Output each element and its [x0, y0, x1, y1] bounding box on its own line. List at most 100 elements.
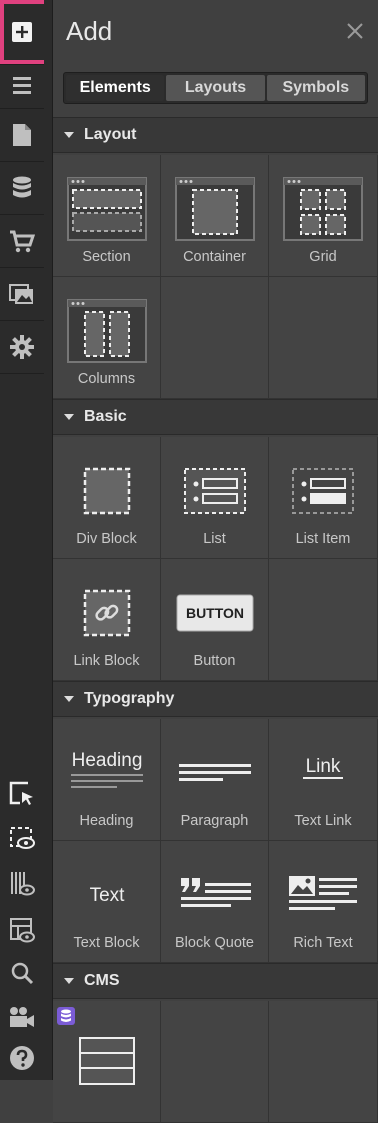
svg-text:Link: Link: [306, 756, 341, 777]
element-label: List Item: [295, 531, 351, 547]
list-icon: [183, 468, 246, 514]
pages-icon: [13, 124, 31, 146]
section-header-basic[interactable]: Basic: [53, 399, 378, 435]
assets-button[interactable]: [0, 268, 44, 321]
panel-divider: [44, 0, 53, 1080]
empty-cell: [269, 277, 378, 399]
element-list-item[interactable]: List Item: [269, 437, 378, 559]
preview-button[interactable]: [0, 815, 44, 861]
caret-down-icon: [64, 132, 74, 138]
element-label: Paragraph: [180, 813, 249, 829]
section-header-typography[interactable]: Typography: [53, 681, 378, 717]
close-icon[interactable]: [346, 22, 364, 40]
cms-icon: [13, 176, 31, 198]
element-container[interactable]: Container: [161, 155, 269, 277]
section-header-cms[interactable]: CMS: [53, 963, 378, 999]
element-label: Block Quote: [175, 935, 254, 951]
caret-down-icon: [64, 414, 74, 420]
element-rich-text[interactable]: Rich Text: [269, 841, 378, 963]
element-label: Columns: [77, 371, 136, 387]
element-label: Div Block: [76, 531, 137, 547]
pages-button[interactable]: [0, 109, 44, 162]
video-tutorials-button[interactable]: [0, 994, 44, 1040]
help-button[interactable]: [0, 1036, 44, 1080]
element-link-block[interactable]: Link Block: [53, 559, 161, 681]
section-title: Layout: [84, 126, 137, 143]
element-label: Rich Text: [293, 935, 353, 951]
preview-icon: [10, 827, 35, 849]
add-panel-button[interactable]: [0, 0, 44, 65]
element-label: Heading: [79, 813, 134, 829]
element-label: Text Block: [73, 935, 140, 951]
section-header-layout[interactable]: Layout: [53, 117, 378, 153]
navigator-icon: [13, 77, 31, 94]
list-item-icon: [292, 468, 354, 514]
block-quote-icon: [180, 878, 251, 907]
element-text-link[interactable]: Link Text Link: [269, 719, 378, 841]
element-label: Section: [82, 249, 131, 265]
tab-layouts[interactable]: Layouts: [166, 75, 265, 101]
element-div-block[interactable]: Div Block: [53, 437, 161, 559]
section-icon: [66, 177, 147, 241]
element-paragraph[interactable]: Paragraph: [161, 719, 269, 841]
add-panel: Add Elements Layouts Symbols Layout Sect…: [53, 0, 378, 1123]
columns-icon: [66, 299, 147, 363]
empty-cell: [161, 277, 269, 399]
select-element-icon: [9, 781, 33, 805]
element-label: Text Link: [294, 813, 352, 829]
cms-button[interactable]: [0, 162, 44, 215]
paragraph-icon: [178, 764, 251, 781]
element-grid[interactable]: Grid: [269, 155, 378, 277]
search-icon: [11, 962, 34, 985]
collection-list-icon: [78, 1037, 135, 1085]
layout-grid: Section Container Grid Columns: [53, 155, 378, 399]
element-label: Container: [183, 249, 246, 265]
settings-button[interactable]: [0, 321, 44, 374]
navigator-button[interactable]: [0, 64, 44, 109]
element-collection-list[interactable]: [53, 1001, 161, 1123]
button-icon: BUTTON: [176, 594, 253, 632]
svg-text:Heading: Heading: [71, 750, 142, 771]
search-button[interactable]: [0, 950, 44, 996]
plus-icon: [12, 22, 32, 42]
heading-icon: Heading: [70, 750, 143, 788]
tab-symbols[interactable]: Symbols: [266, 75, 365, 101]
svg-text:BUTTON: BUTTON: [185, 605, 243, 621]
element-text-block[interactable]: Text Text Block: [53, 841, 161, 963]
empty-cell: [161, 1001, 269, 1123]
empty-cell: [269, 1001, 378, 1123]
section-title: Typography: [84, 690, 175, 707]
text-block-icon: Text: [89, 885, 125, 906]
style-preview-button[interactable]: [0, 906, 44, 954]
video-icon: [10, 1007, 34, 1027]
select-element-button[interactable]: [0, 770, 44, 818]
cms-grid: [53, 1001, 378, 1123]
audit-button[interactable]: [0, 860, 44, 908]
element-columns[interactable]: Columns: [53, 277, 161, 399]
element-heading[interactable]: Heading Heading: [53, 719, 161, 841]
left-toolbar: [0, 0, 45, 1080]
gear-icon: [10, 335, 34, 359]
element-section[interactable]: Section: [53, 155, 161, 277]
ecommerce-icon: [10, 230, 35, 253]
section-title: Basic: [84, 408, 127, 425]
cms-badge: [57, 1007, 75, 1025]
element-label: Button: [193, 653, 236, 669]
panel-tabs: Elements Layouts Symbols: [63, 72, 368, 104]
link-block-icon: [83, 589, 130, 637]
element-label: Link Block: [73, 653, 140, 669]
database-icon: [61, 1009, 71, 1022]
element-block-quote[interactable]: Block Quote: [161, 841, 269, 963]
svg-text:Text: Text: [89, 885, 125, 906]
audit-icon: [11, 872, 35, 896]
tab-elements[interactable]: Elements: [66, 75, 165, 101]
element-label: Grid: [309, 249, 337, 265]
ecommerce-button[interactable]: [0, 215, 44, 268]
caret-down-icon: [64, 696, 74, 702]
rich-text-icon: [289, 876, 357, 910]
element-list[interactable]: List: [161, 437, 269, 559]
element-button[interactable]: BUTTON Button: [161, 559, 269, 681]
caret-down-icon: [64, 978, 74, 984]
help-icon: [10, 1046, 34, 1070]
grid-icon: [283, 177, 363, 241]
